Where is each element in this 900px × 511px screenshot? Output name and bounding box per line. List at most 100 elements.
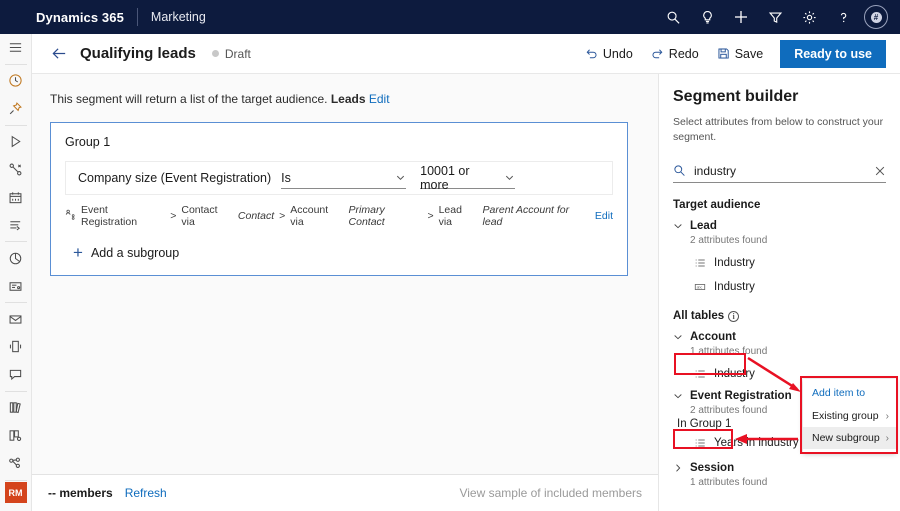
library-icon[interactable] [0,394,32,422]
segment-description-text: This segment will return a list of the t… [50,92,327,106]
attribute-item-lead-industry-optionset[interactable]: Industry [691,256,886,270]
tree-node-meta: 2 attributes found [690,235,886,246]
form-icon[interactable] [0,272,32,300]
path-separator: > [170,210,176,222]
panel-subtitle: Select attributes from below to construc… [673,115,886,145]
path-segment-4: Lead via [439,204,478,228]
email-icon[interactable] [0,305,32,333]
brand-divider [137,8,138,26]
condition-value-dropdown[interactable]: 10001 or more [420,167,515,189]
tree-node-lead: Lead 2 attributes found Industry abc Ind… [673,220,886,294]
recent-icon[interactable] [0,67,32,95]
segment-canvas: This segment will return a list of the t… [32,74,658,474]
pin-icon[interactable] [0,95,32,123]
mobile-icon[interactable] [0,333,32,361]
segment-description-edit-link[interactable]: Edit [369,92,390,106]
members-count: -- members [48,486,113,500]
ready-to-use-button[interactable]: Ready to use [780,40,886,68]
condition-operator-dropdown[interactable]: Is [281,167,406,189]
tree-node-account: Account 1 attributes found Industry [673,331,886,381]
play-icon[interactable] [0,128,32,156]
context-menu-item-new-subgroup[interactable]: New subgroup › [803,427,896,449]
save-button[interactable]: Save [708,42,773,66]
page-title: Qualifying leads [80,45,196,62]
chevron-right-icon: › [886,433,889,444]
attribute-label: Years in industry [714,437,799,449]
command-bar: Qualifying leads Draft Undo Redo [32,34,900,74]
attribute-label: Industry [714,281,755,293]
account-avatar[interactable]: # [864,5,888,29]
template-icon[interactable] [0,422,32,450]
tree-node-label: Event Registration [690,390,792,402]
left-navigation-rail: RM [0,34,32,511]
group-card: Group 1 Company size (Event Registration… [50,122,628,276]
rail-divider [5,64,27,65]
target-audience-heading: Target audience [673,199,886,211]
save-label: Save [735,47,764,61]
tree-node-header[interactable]: Account [673,331,886,343]
add-subgroup-label: Add a subgroup [91,246,179,260]
chevron-right-icon: › [886,411,889,422]
chevron-down-icon [673,391,683,401]
top-navigation-bar: Dynamics 365 Marketing # [0,0,900,34]
tree-node-label: Lead [690,220,717,232]
rail-divider [5,302,27,303]
calendar-icon[interactable] [0,183,32,211]
back-arrow-icon[interactable] [44,39,74,69]
text-field-icon: abc [694,281,706,293]
filter-icon[interactable] [758,0,792,34]
search-input[interactable]: industry [694,164,866,178]
group-title: Group 1 [65,135,613,149]
command-bar-actions: Undo Redo Save Ready to use [576,40,900,68]
help-icon[interactable] [826,0,860,34]
tree-node-session: Session 1 attributes found [673,462,886,488]
journey-icon[interactable] [0,156,32,184]
path-segment-2: Contact via [181,204,233,228]
info-icon[interactable]: i [728,311,739,322]
all-tables-heading: All tables i [673,310,886,322]
context-menu-item-existing-group[interactable]: Existing group › [803,405,896,427]
user-avatar[interactable]: RM [5,482,27,502]
gear-icon[interactable] [792,0,826,34]
chevron-down-icon [673,332,683,342]
path-separator: > [279,210,285,222]
social-icon[interactable] [0,450,32,478]
hamburger-menu-icon[interactable] [0,34,32,62]
members-bar: -- members Refresh View sample of includ… [32,474,658,511]
context-menu-item-label: New subgroup [812,432,880,444]
attribute-search-box[interactable]: industry [673,159,886,183]
refresh-link[interactable]: Refresh [125,486,167,500]
add-item-context-menu: Add item to Existing group › New subgrou… [803,379,896,453]
condition-value: 10001 or more [420,164,498,192]
status-badge: Draft [212,47,251,61]
segment-target-audience: Leads [331,92,366,106]
condition-row: Company size (Event Registration) Is 100… [65,161,613,195]
search-icon[interactable] [656,0,690,34]
context-menu-header: Add item to [803,383,896,405]
analytics-icon[interactable] [0,244,32,272]
target-audience-label: Target audience [673,199,760,211]
plus-icon: + [73,244,83,261]
top-bar-actions: # [656,0,900,34]
attribute-item-lead-industry-text[interactable]: abc Industry [691,280,886,294]
chevron-down-icon [395,172,406,183]
view-sample-link[interactable]: View sample of included members [459,486,642,500]
redo-label: Redo [669,47,699,61]
path-segment-3: Account via [290,204,343,228]
chat-icon[interactable] [0,361,32,389]
relationship-path: Event Registration > Contact via Contact… [65,204,613,228]
plus-icon[interactable] [724,0,758,34]
path-edit-link[interactable]: Edit [595,210,613,222]
lightbulb-icon[interactable] [690,0,724,34]
add-subgroup-button[interactable]: + Add a subgroup [73,244,613,261]
segment-icon[interactable] [0,211,32,239]
option-set-icon [694,257,706,269]
tree-node-header[interactable]: Session [673,462,886,474]
tree-node-header[interactable]: Lead [673,220,886,232]
undo-button[interactable]: Undo [576,42,642,66]
redo-button[interactable]: Redo [642,42,708,66]
status-dot-icon [212,50,219,57]
app-name-label: Marketing [151,10,206,24]
close-icon[interactable] [874,165,886,177]
app-root: Dynamics 365 Marketing # [0,0,900,511]
